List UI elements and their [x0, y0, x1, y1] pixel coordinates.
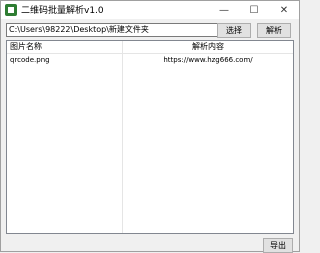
app-window: 二维码批量解析v1.0 — ☐ ✕ C:\Users\98222\Desktop… — [0, 0, 300, 253]
row-parse-content: https://www.hzg666.com/ — [163, 56, 253, 64]
table-row[interactable]: qrcode.png https://www.hzg666.com/ — [7, 55, 293, 66]
select-folder-button[interactable]: 选择 — [217, 23, 251, 38]
maximize-button[interactable]: ☐ — [242, 1, 266, 19]
export-button[interactable]: 导出 — [263, 238, 293, 253]
window-title: 二维码批量解析v1.0 — [21, 6, 104, 16]
title-bar: 二维码批量解析v1.0 — ☐ ✕ — [1, 1, 299, 19]
minimize-button[interactable]: — — [212, 1, 236, 19]
close-button[interactable]: ✕ — [272, 1, 296, 19]
results-table[interactable]: 图片名称 解析内容 qrcode.png https://www.hzg666.… — [6, 40, 294, 234]
column-divider — [122, 41, 123, 233]
parse-button[interactable]: 解析 — [257, 23, 291, 38]
column-header-image-name[interactable]: 图片名称 — [10, 41, 42, 53]
table-header: 图片名称 解析内容 — [7, 41, 293, 54]
app-icon — [5, 4, 17, 16]
row-image-name: qrcode.png — [10, 56, 50, 64]
column-header-parse-content[interactable]: 解析内容 — [123, 41, 293, 53]
folder-path-input[interactable]: C:\Users\98222\Desktop\新建文件夹 — [6, 23, 218, 37]
